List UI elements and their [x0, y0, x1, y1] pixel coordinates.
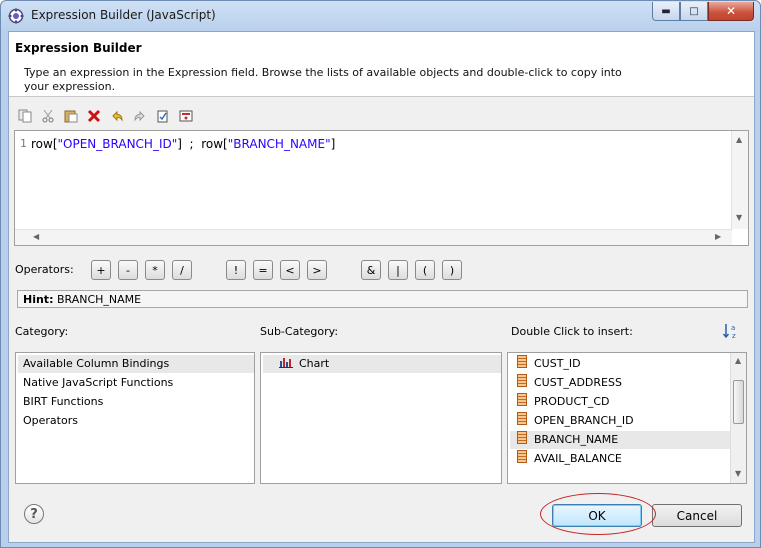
validate-icon[interactable]	[155, 108, 171, 124]
scroll-up-icon[interactable]: ▲	[735, 356, 741, 365]
undo-icon[interactable]	[109, 108, 125, 124]
subcategory-item-label: Chart	[299, 357, 330, 370]
help-button[interactable]: ?	[24, 504, 44, 524]
scroll-down-icon[interactable]: ▼	[736, 213, 742, 222]
operator-not-button[interactable]: !	[226, 260, 246, 280]
operator-plus-button[interactable]: +	[91, 260, 111, 280]
column-icon	[517, 431, 527, 444]
operator-or-button[interactable]: |	[388, 260, 408, 280]
column-icon	[517, 374, 527, 387]
delete-icon[interactable]	[86, 108, 102, 124]
category-label: Category:	[15, 325, 69, 338]
scroll-up-icon[interactable]: ▲	[736, 135, 742, 144]
column-icon	[517, 412, 527, 425]
window-controls: ▬ □ ✕	[652, 2, 754, 21]
expression-editor[interactable]: 1 row["OPEN_BRANCH_ID"] ; row["BRANCH_NA…	[14, 130, 749, 246]
calculator-icon[interactable]	[178, 108, 194, 124]
editor-toolbar	[17, 106, 194, 126]
operator-greater-than-button[interactable]: >	[307, 260, 327, 280]
operator-divide-button[interactable]: /	[172, 260, 192, 280]
subcategory-item-chart[interactable]: Chart	[263, 355, 501, 373]
operator-equals-button[interactable]: =	[253, 260, 273, 280]
insert-list-scrollbar[interactable]: ▲ ▼	[730, 353, 746, 483]
insert-item-cust-address[interactable]: CUST_ADDRESS	[510, 374, 730, 392]
operator-close-paren-button[interactable]: )	[442, 260, 462, 280]
subcategory-label: Sub-Category:	[260, 325, 339, 338]
header-description: Type an expression in the Expression fie…	[24, 66, 622, 93]
title-bar[interactable]: Expression Builder (JavaScript) ▬ □ ✕	[1, 1, 760, 31]
minimize-button[interactable]: ▬	[652, 2, 680, 21]
sort-az-icon[interactable]: a z	[722, 322, 740, 340]
insert-item-product-cd[interactable]: PRODUCT_CD	[510, 393, 730, 411]
close-button[interactable]: ✕	[708, 2, 754, 21]
cut-icon[interactable]	[40, 108, 56, 124]
editor-horizontal-scrollbar[interactable]: ◀ ▶	[15, 229, 732, 245]
line-number: 1	[15, 131, 27, 235]
category-item-operators[interactable]: Operators	[18, 412, 254, 430]
hint-value: BRANCH_NAME	[53, 293, 142, 306]
highlight-annotation	[540, 493, 656, 535]
svg-text:z: z	[732, 332, 736, 340]
expression-code[interactable]: row["OPEN_BRANCH_ID"] ; row["BRANCH_NAME…	[31, 137, 335, 151]
subcategory-list[interactable]: Chart	[260, 352, 502, 484]
chart-icon	[279, 358, 293, 368]
redo-icon[interactable]	[132, 108, 148, 124]
dialog-window: Expression Builder (JavaScript) ▬ □ ✕ Ex…	[0, 0, 761, 548]
scroll-left-icon[interactable]: ◀	[33, 232, 39, 241]
dialog-body: Expression Builder Type an expression in…	[8, 31, 755, 543]
hint-label: Hint:	[23, 293, 54, 306]
operator-minus-button[interactable]: -	[118, 260, 138, 280]
column-icon	[517, 450, 527, 463]
operator-less-than-button[interactable]: <	[280, 260, 300, 280]
category-item-birt-functions[interactable]: BIRT Functions	[18, 393, 254, 411]
scroll-right-icon[interactable]: ▶	[715, 232, 721, 241]
column-icon	[517, 355, 527, 368]
insert-item-branch-name[interactable]: BRANCH_NAME	[510, 431, 730, 449]
header-title: Expression Builder	[15, 41, 142, 55]
operators-label: Operators:	[15, 263, 74, 276]
operator-and-button[interactable]: &	[361, 260, 381, 280]
insert-item-cust-id[interactable]: CUST_ID	[510, 355, 730, 373]
maximize-button[interactable]: □	[680, 2, 708, 21]
operator-multiply-button[interactable]: *	[145, 260, 165, 280]
copy-icon[interactable]	[17, 108, 33, 124]
dialog-header: Expression Builder Type an expression in…	[9, 32, 754, 97]
window-title: Expression Builder (JavaScript)	[31, 8, 216, 22]
cancel-button[interactable]: Cancel	[652, 504, 742, 527]
category-item-column-bindings[interactable]: Available Column Bindings	[18, 355, 254, 373]
insert-item-open-branch-id[interactable]: OPEN_BRANCH_ID	[510, 412, 730, 430]
svg-text:a: a	[731, 324, 735, 332]
editor-vertical-scrollbar[interactable]: ▲ ▼	[731, 131, 748, 229]
insert-item-avail-balance[interactable]: AVAIL_BALANCE	[510, 450, 730, 468]
column-icon	[517, 393, 527, 406]
category-list[interactable]: Available Column Bindings Native JavaScr…	[15, 352, 255, 484]
insert-list[interactable]: CUST_ID CUST_ADDRESS PRODUCT_CD OPEN_BRA…	[507, 352, 747, 484]
scroll-down-icon[interactable]: ▼	[735, 469, 741, 478]
hint-bar: Hint: BRANCH_NAME	[17, 290, 748, 308]
operator-open-paren-button[interactable]: (	[415, 260, 435, 280]
app-icon	[8, 8, 24, 24]
category-item-native-js-functions[interactable]: Native JavaScript Functions	[18, 374, 254, 392]
scrollbar-thumb[interactable]	[733, 380, 744, 424]
paste-icon[interactable]	[63, 108, 79, 124]
insert-label: Double Click to insert:	[511, 325, 633, 338]
